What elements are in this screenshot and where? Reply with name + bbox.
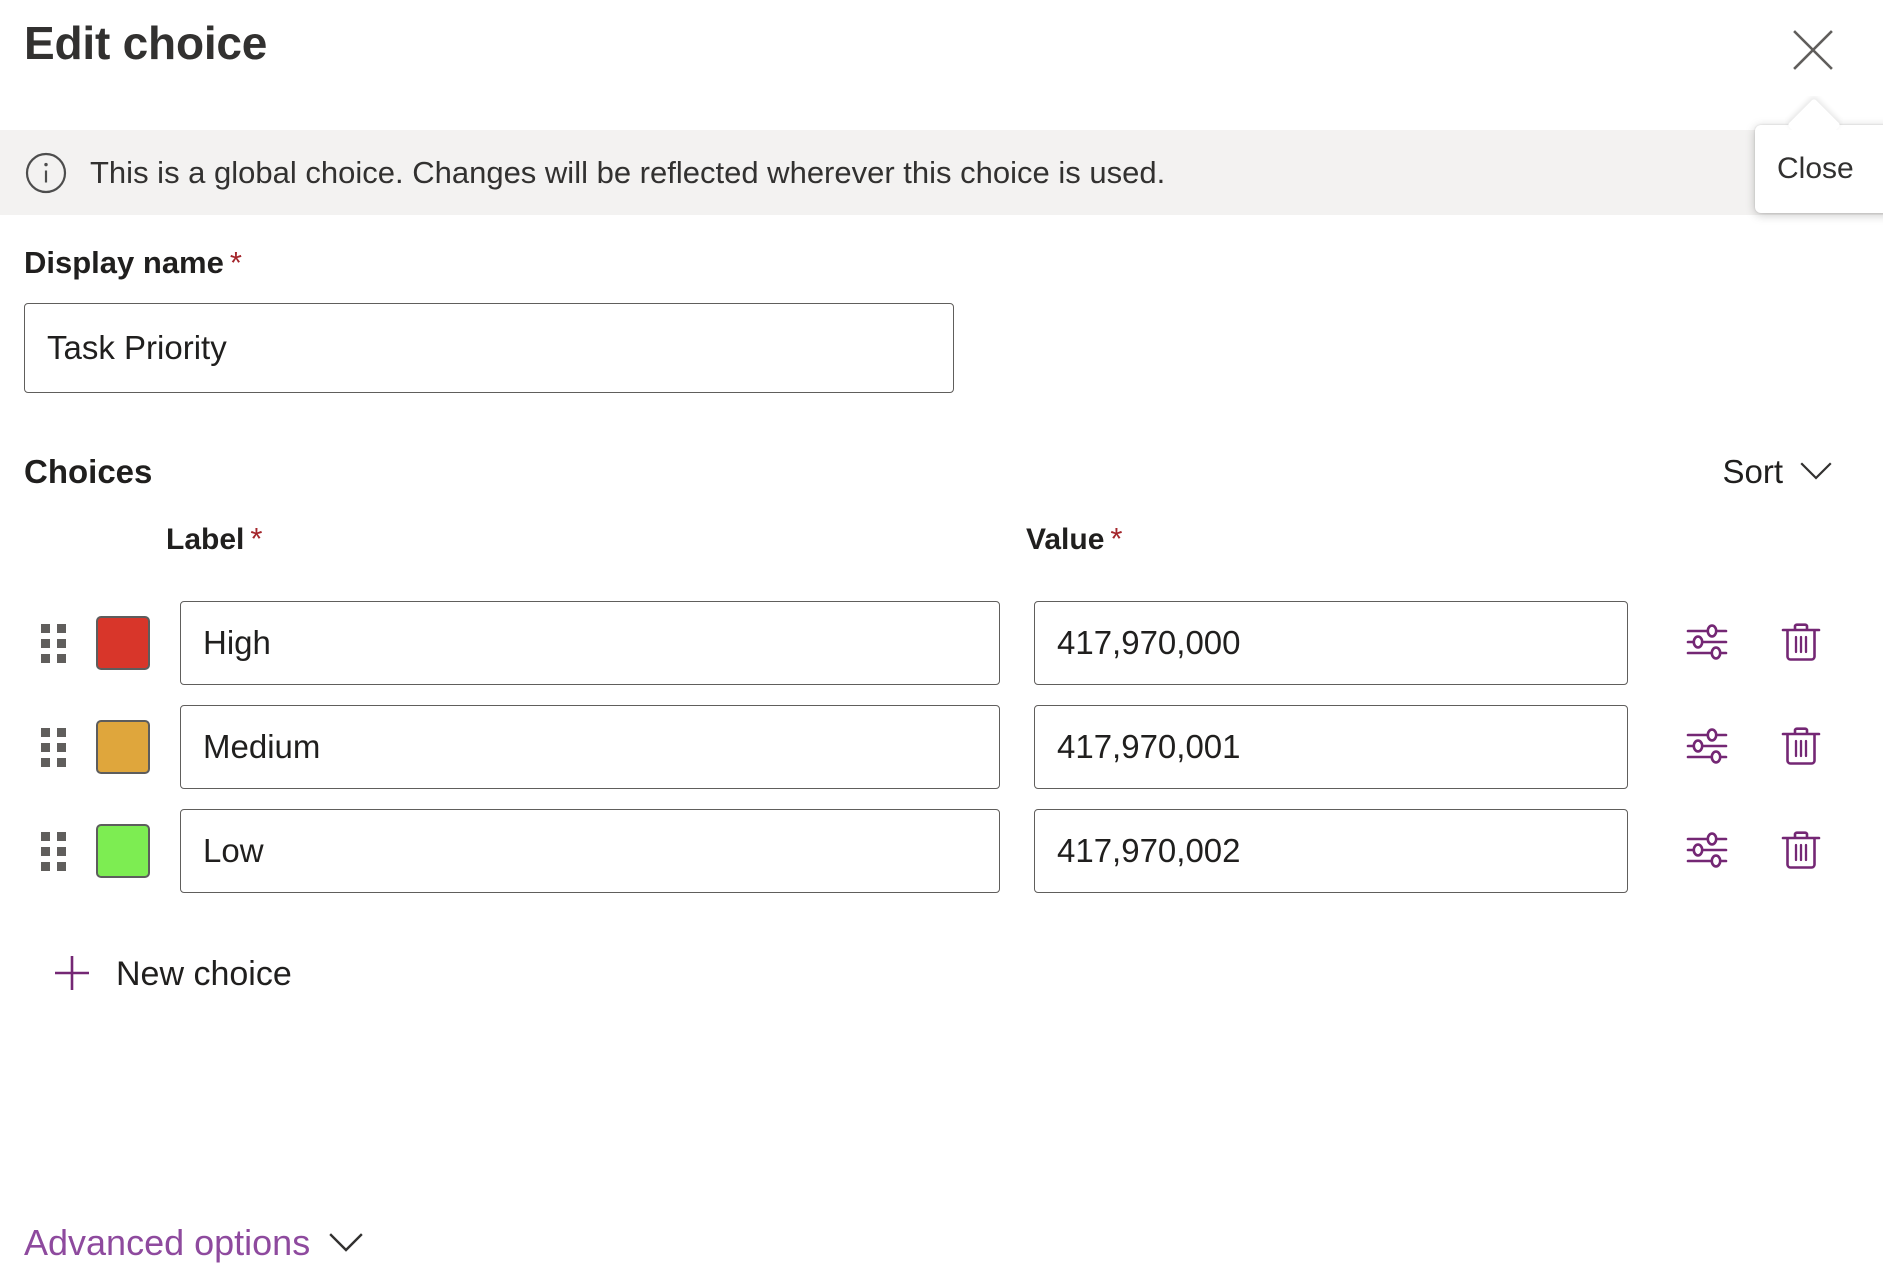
plus-icon <box>50 951 94 998</box>
trash-icon <box>1777 618 1825 669</box>
edit-choice-panel: Edit choice Close This is a global choic… <box>0 0 1883 1278</box>
page-title: Edit choice <box>24 16 267 70</box>
display-name-input[interactable] <box>24 303 954 393</box>
sliders-settings-icon <box>1683 722 1731 773</box>
choice-delete-button[interactable] <box>1768 818 1834 884</box>
info-circle-icon <box>24 151 68 195</box>
close-tooltip: Close <box>1755 125 1883 213</box>
column-header-value: Value* <box>1026 521 1122 557</box>
choice-settings-button[interactable] <box>1674 714 1740 780</box>
close-button[interactable] <box>1785 22 1841 78</box>
choice-settings-button[interactable] <box>1674 818 1740 884</box>
new-choice-button[interactable]: New choice <box>44 943 298 1006</box>
info-message-text: This is a global choice. Changes will be… <box>90 155 1165 191</box>
choice-row <box>0 799 1883 903</box>
display-name-field-group: Display name* <box>0 215 1883 393</box>
drag-handle-icon[interactable] <box>38 728 68 766</box>
choice-settings-button[interactable] <box>1674 610 1740 676</box>
choices-column-headers: Label* Value* <box>0 521 1883 577</box>
display-name-label: Display name* <box>0 245 1883 281</box>
required-asterisk: * <box>1110 521 1122 556</box>
advanced-options-label: Advanced options <box>24 1222 310 1264</box>
sort-label: Sort <box>1722 453 1783 491</box>
chevron-down-icon <box>1799 460 1833 485</box>
drag-handle-icon[interactable] <box>38 832 68 870</box>
drag-handle-icon[interactable] <box>38 624 68 662</box>
choice-value-input[interactable] <box>1034 705 1628 789</box>
close-tooltip-text: Close <box>1777 152 1854 186</box>
choice-value-input[interactable] <box>1034 809 1628 893</box>
choice-value-input[interactable] <box>1034 601 1628 685</box>
advanced-options-toggle[interactable]: Advanced options <box>22 1218 366 1268</box>
color-swatch-button[interactable] <box>96 824 150 878</box>
choice-row <box>0 695 1883 799</box>
choice-delete-button[interactable] <box>1768 714 1834 780</box>
choices-header: Choices Sort <box>0 447 1883 497</box>
tooltip-arrow <box>1785 96 1843 130</box>
choice-label-input[interactable] <box>180 705 1000 789</box>
choice-delete-button[interactable] <box>1768 610 1834 676</box>
display-name-label-text: Display name <box>24 245 224 280</box>
chevron-down-icon <box>328 1230 364 1257</box>
trash-icon <box>1777 826 1825 877</box>
close-icon <box>1790 27 1836 73</box>
sliders-settings-icon <box>1683 826 1731 877</box>
choice-label-input[interactable] <box>180 809 1000 893</box>
panel-body: Display name* Choices Sort Label* Va <box>0 215 1883 1006</box>
trash-icon <box>1777 722 1825 773</box>
choices-title: Choices <box>0 453 152 491</box>
choice-label-input[interactable] <box>180 601 1000 685</box>
column-header-label-text: Label <box>166 523 244 556</box>
info-message-bar: This is a global choice. Changes will be… <box>0 130 1883 215</box>
color-swatch-button[interactable] <box>96 616 150 670</box>
new-choice-label: New choice <box>116 955 292 994</box>
sort-button[interactable]: Sort <box>1714 447 1841 497</box>
choice-row <box>0 591 1883 695</box>
panel-header: Edit choice <box>0 0 1883 130</box>
color-swatch-button[interactable] <box>96 720 150 774</box>
column-header-value-text: Value <box>1026 523 1104 556</box>
choices-list <box>0 591 1883 903</box>
required-asterisk: * <box>230 245 242 280</box>
sliders-settings-icon <box>1683 618 1731 669</box>
column-header-label: Label* <box>166 521 262 557</box>
required-asterisk: * <box>250 521 262 556</box>
